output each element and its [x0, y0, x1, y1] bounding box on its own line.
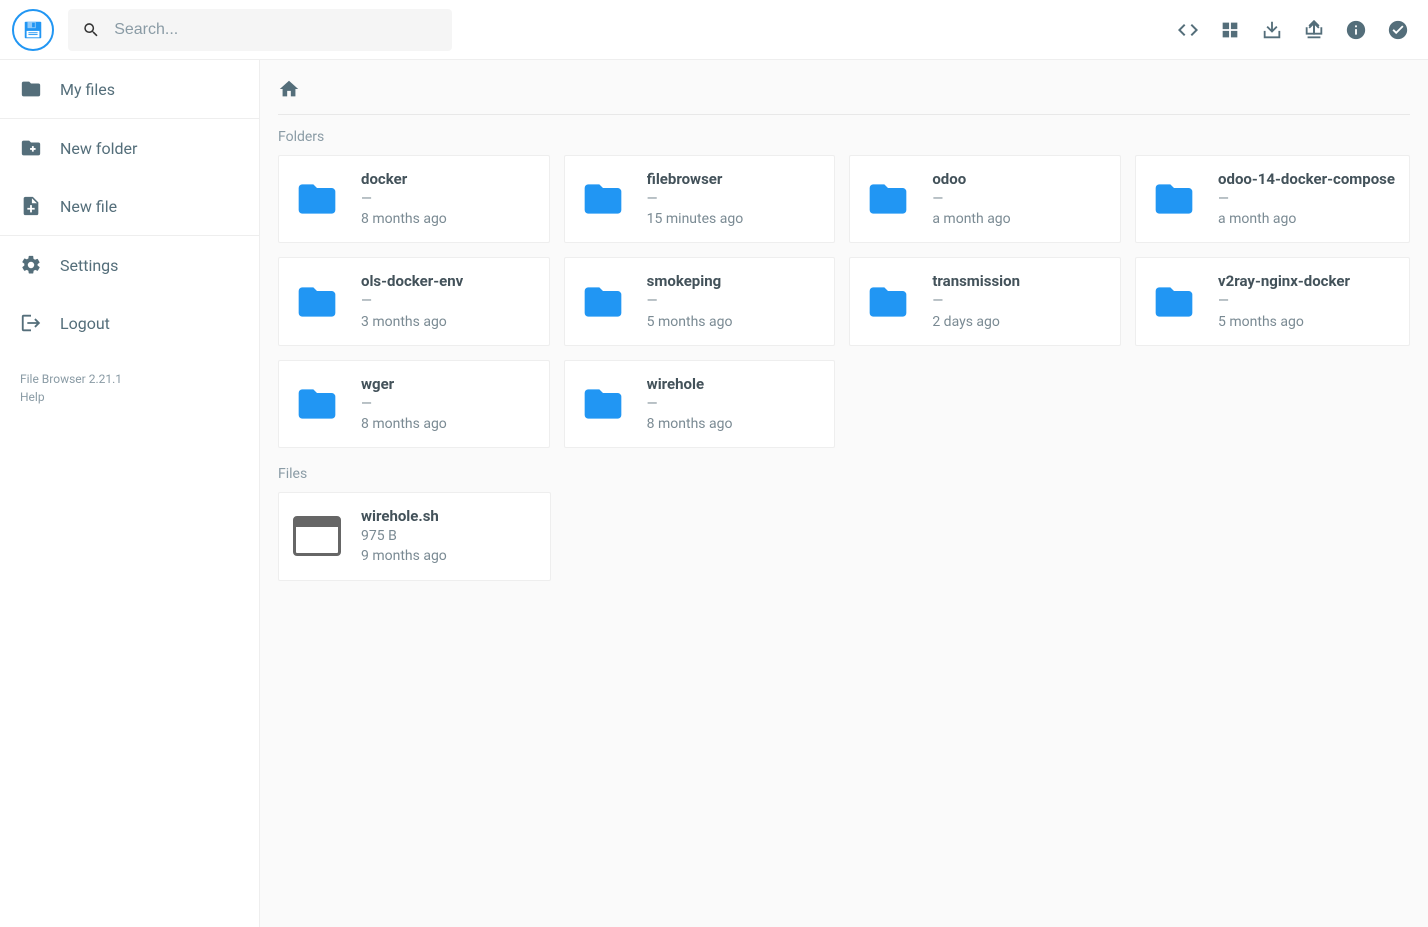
- folder-time: 2 days ago: [932, 313, 1020, 331]
- file-icon: [293, 512, 341, 560]
- folder-name: smokeping: [647, 272, 733, 290]
- folder-time: 5 months ago: [647, 313, 733, 331]
- folder-icon: [579, 175, 627, 223]
- help-link[interactable]: Help: [20, 388, 239, 406]
- settings-icon: [20, 254, 42, 276]
- folder-card[interactable]: ols-docker-env — 3 months ago: [278, 257, 550, 345]
- info-icon[interactable]: [1344, 18, 1368, 42]
- folder-size: —: [932, 190, 1010, 208]
- header: [0, 0, 1428, 60]
- folder-icon: [293, 278, 341, 326]
- folder-size: —: [647, 395, 733, 413]
- folder-name: ols-docker-env: [361, 272, 463, 290]
- floppy-disk-icon: [22, 19, 44, 41]
- folder-name: odoo: [932, 170, 1010, 188]
- sidebar-item-label: My files: [60, 80, 115, 99]
- folder-card[interactable]: v2ray-nginx-docker — 5 months ago: [1135, 257, 1410, 345]
- folder-size: —: [1218, 190, 1395, 208]
- folder-card[interactable]: odoo-14-docker-compose — a month ago: [1135, 155, 1410, 243]
- folder-icon: [1150, 278, 1198, 326]
- app-logo[interactable]: [12, 9, 54, 51]
- sidebar-item-new-folder[interactable]: New folder: [0, 119, 259, 177]
- logout-icon: [20, 312, 42, 334]
- folder-size: —: [647, 292, 733, 310]
- folder-name: wirehole: [647, 375, 733, 393]
- sidebar-item-label: Settings: [60, 256, 118, 275]
- upload-icon[interactable]: [1302, 18, 1326, 42]
- folder-time: a month ago: [1218, 210, 1395, 228]
- sidebar-item-settings[interactable]: Settings: [0, 236, 259, 294]
- folder-icon: [864, 278, 912, 326]
- folder-time: 5 months ago: [1218, 313, 1350, 331]
- folder-time: a month ago: [932, 210, 1010, 228]
- note-add-icon: [20, 195, 42, 217]
- sidebar-item-my-files[interactable]: My files: [0, 60, 259, 118]
- sidebar-item-label: New file: [60, 197, 117, 216]
- grid-view-icon[interactable]: [1218, 18, 1242, 42]
- folder-name: v2ray-nginx-docker: [1218, 272, 1350, 290]
- download-icon[interactable]: [1260, 18, 1284, 42]
- folder-card[interactable]: docker — 8 months ago: [278, 155, 550, 243]
- folder-size: —: [1218, 292, 1350, 310]
- folder-card[interactable]: wirehole — 8 months ago: [564, 360, 836, 448]
- folder-size: —: [932, 292, 1020, 310]
- search-icon: [82, 20, 100, 40]
- folder-time: 8 months ago: [361, 415, 447, 433]
- folder-name: filebrowser: [647, 170, 744, 188]
- main-content: Folders docker — 8 months ago filebrowser — 1…: [260, 60, 1428, 927]
- folder-size: —: [361, 190, 447, 208]
- folder-name: docker: [361, 170, 447, 188]
- section-label-files: Files: [278, 466, 1410, 482]
- folders-grid: docker — 8 months ago filebrowser — 15 minute…: [278, 155, 1410, 448]
- home-icon[interactable]: [278, 78, 300, 100]
- folder-icon: [20, 78, 42, 100]
- sidebar-item-logout[interactable]: Logout: [0, 294, 259, 352]
- folder-time: 3 months ago: [361, 313, 463, 331]
- folder-icon: [293, 175, 341, 223]
- file-time: 9 months ago: [361, 547, 447, 565]
- app-version: File Browser 2.21.1: [20, 370, 239, 388]
- create-folder-icon: [20, 137, 42, 159]
- sidebar-item-label: New folder: [60, 139, 137, 158]
- folder-card[interactable]: smokeping — 5 months ago: [564, 257, 836, 345]
- folder-icon: [864, 175, 912, 223]
- sidebar-item-new-file[interactable]: New file: [0, 177, 259, 235]
- file-size: 975 B: [361, 527, 447, 545]
- folder-card[interactable]: wger — 8 months ago: [278, 360, 550, 448]
- sidebar: My files New folder New file Settings Lo…: [0, 60, 260, 927]
- folder-icon: [579, 380, 627, 428]
- sidebar-item-label: Logout: [60, 314, 110, 333]
- search-box[interactable]: [68, 9, 452, 51]
- section-label-folders: Folders: [278, 129, 1410, 145]
- folder-card[interactable]: filebrowser — 15 minutes ago: [564, 155, 836, 243]
- folder-time: 15 minutes ago: [647, 210, 744, 228]
- folder-icon: [1150, 175, 1198, 223]
- files-grid: wirehole.sh 975 B 9 months ago: [278, 492, 1410, 580]
- folder-name: wger: [361, 375, 447, 393]
- sidebar-footer: File Browser 2.21.1 Help: [0, 352, 259, 424]
- header-actions: [1176, 18, 1416, 42]
- folder-size: —: [361, 395, 447, 413]
- select-all-icon[interactable]: [1386, 18, 1410, 42]
- folder-time: 8 months ago: [361, 210, 447, 228]
- folder-name: odoo-14-docker-compose: [1218, 170, 1395, 188]
- folder-time: 8 months ago: [647, 415, 733, 433]
- file-name: wirehole.sh: [361, 507, 447, 525]
- shell-icon[interactable]: [1176, 18, 1200, 42]
- folder-icon: [579, 278, 627, 326]
- search-input[interactable]: [114, 21, 438, 39]
- file-card[interactable]: wirehole.sh 975 B 9 months ago: [278, 492, 551, 580]
- folder-card[interactable]: transmission — 2 days ago: [849, 257, 1121, 345]
- folder-size: —: [361, 292, 463, 310]
- folder-icon: [293, 380, 341, 428]
- folder-name: transmission: [932, 272, 1020, 290]
- folder-size: —: [647, 190, 744, 208]
- folder-card[interactable]: odoo — a month ago: [849, 155, 1121, 243]
- breadcrumb: [278, 68, 1410, 115]
